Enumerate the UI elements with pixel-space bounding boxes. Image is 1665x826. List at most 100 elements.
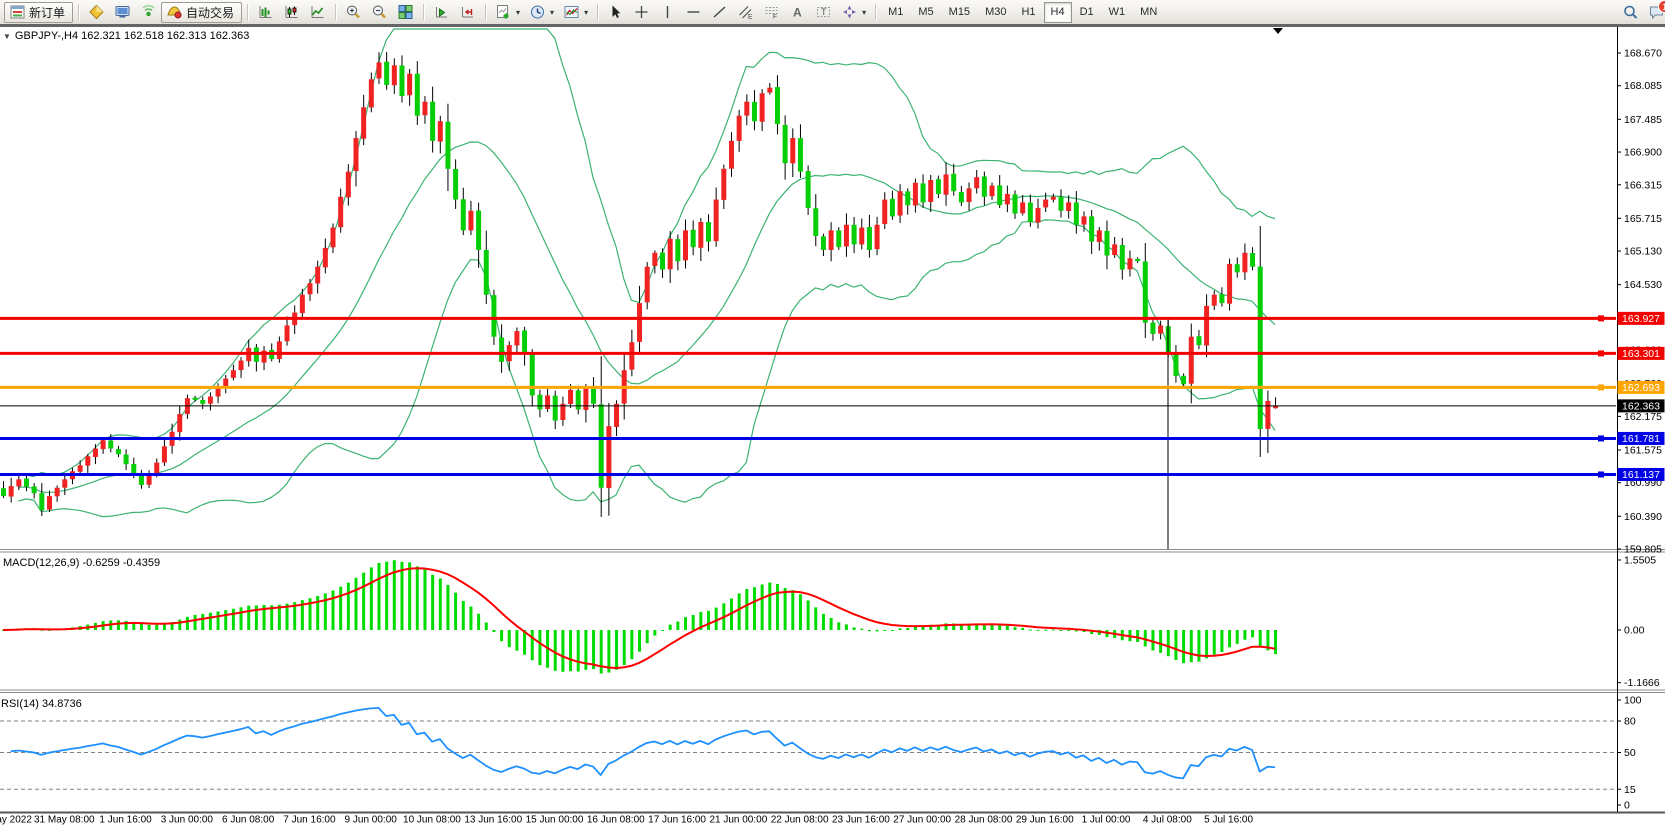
candle-body (1112, 244, 1117, 255)
price-axis-tick: 161.575 (1624, 444, 1662, 456)
vertical-line-button[interactable] (655, 2, 680, 23)
chart-shift-marker[interactable] (1273, 28, 1283, 34)
candle-body (1066, 202, 1071, 211)
template-button[interactable]: ▾ (559, 2, 592, 23)
price-badge: 162.693 (1618, 381, 1665, 394)
toolbar-group-scroll (429, 2, 480, 23)
svg-text:163.927: 163.927 (1622, 313, 1660, 325)
candle-body (706, 222, 711, 241)
signal-button[interactable] (136, 2, 161, 23)
timeframe-button-m15[interactable]: M15 (942, 2, 977, 23)
candle-body (867, 227, 872, 250)
horizontal-line-button[interactable] (681, 2, 706, 23)
chart-canvas[interactable]: 168.670168.085167.485166.900166.315165.7… (0, 27, 1665, 826)
channel-button[interactable]: E (733, 2, 758, 23)
hline-handle[interactable] (1598, 350, 1604, 356)
time-axis-label: 23 Jun 16:00 (832, 815, 890, 826)
candle-body (522, 330, 527, 353)
candle-body (1020, 202, 1025, 213)
hline-handle[interactable] (1598, 384, 1604, 390)
timeframe-button-m30[interactable]: M30 (978, 2, 1013, 23)
chart-shift-button[interactable] (455, 2, 480, 23)
candle-body (392, 65, 397, 85)
time-axis-label: 1 Jun 16:00 (99, 815, 152, 826)
bar-chart-icon (257, 4, 274, 20)
chat-button[interactable]: 1 (1644, 2, 1665, 23)
rsi-axis-tick: 0 (1624, 800, 1630, 812)
price-badge: 161.781 (1618, 432, 1665, 445)
fibonacci-button[interactable]: F (759, 2, 784, 23)
market-watch-button[interactable] (84, 2, 109, 23)
bar-chart-button[interactable] (253, 2, 278, 23)
candle-body (353, 138, 358, 171)
candle-body (430, 102, 435, 141)
candle-body (1089, 216, 1094, 241)
zoom-in-button[interactable] (341, 2, 366, 23)
candle-body (361, 107, 366, 138)
toolbar-grip (872, 3, 879, 21)
price-badge: 161.137 (1618, 468, 1665, 481)
candle-body (453, 169, 458, 200)
candle-body (384, 62, 389, 85)
toolbar-grip (332, 3, 339, 21)
toolbar-group-system (84, 2, 161, 23)
candle-body (576, 390, 581, 409)
candle-body (1181, 376, 1186, 384)
line-chart-button[interactable] (305, 2, 330, 23)
tile-windows-icon (397, 4, 414, 20)
hline-handle[interactable] (1598, 471, 1604, 477)
candle-body (813, 208, 818, 236)
candle-body (959, 192, 964, 202)
arrows-button[interactable]: ▾ (837, 2, 870, 23)
search-button[interactable] (1618, 2, 1643, 23)
hline-handle[interactable] (1598, 315, 1604, 321)
auto-scroll-button[interactable] (429, 2, 454, 23)
autotrade-button[interactable]: 自动交易 (161, 2, 242, 23)
candle-body (484, 250, 489, 295)
candle-body (1043, 200, 1048, 208)
candle-body (905, 191, 910, 205)
label-button[interactable]: T (811, 2, 836, 23)
candle-body (798, 138, 803, 171)
timeframe-button-m1[interactable]: M1 (881, 2, 910, 23)
candle-body (591, 387, 596, 404)
candle-body (415, 74, 420, 116)
crosshair-button[interactable] (629, 2, 654, 23)
macd-axis-tick: 0.00 (1624, 625, 1645, 637)
time-axis-label: 16 Jun 08:00 (587, 815, 645, 826)
candle-body (223, 379, 228, 387)
periods-button[interactable]: ▾ (525, 2, 558, 23)
candle-body (200, 400, 205, 404)
timeframe-button-m5[interactable]: M5 (911, 2, 940, 23)
cursor-button[interactable] (603, 2, 628, 23)
candle-body (101, 440, 106, 449)
candle-body (645, 267, 650, 303)
toolbar-grip (244, 3, 251, 21)
market-watch-icon (88, 4, 105, 20)
timeframe-button-d1[interactable]: D1 (1073, 2, 1101, 23)
candlestick-button[interactable] (279, 2, 304, 23)
zoom-out-button[interactable] (367, 2, 392, 23)
text-button[interactable]: A (785, 2, 810, 23)
trendline-button[interactable] (707, 2, 732, 23)
candle-body (1036, 208, 1041, 223)
candle-body (936, 179, 941, 194)
new-order-button[interactable]: 新订单 (4, 2, 73, 23)
candle-body (55, 488, 60, 496)
timeframe-button-h1[interactable]: H1 (1014, 2, 1042, 23)
candle-body (890, 199, 895, 217)
time-axis-label: 3 Jun 00:00 (161, 815, 214, 826)
price-badge: 163.301 (1618, 347, 1665, 360)
new-chart-button[interactable]: ▾ (491, 2, 524, 23)
hline-handle[interactable] (1598, 435, 1604, 441)
timeframe-button-h4[interactable]: H4 (1044, 2, 1072, 23)
timeframe-button-mn[interactable]: MN (1133, 2, 1164, 23)
timeframe-button-w1[interactable]: W1 (1102, 2, 1133, 23)
tile-windows-button[interactable] (393, 2, 418, 23)
candle-body (783, 125, 788, 163)
candle-body (790, 138, 795, 163)
time-axis-label: 30 May 2022 (0, 815, 32, 826)
terminal-button[interactable] (110, 2, 135, 23)
candle-body (744, 102, 749, 116)
text-icon: A (789, 4, 806, 20)
